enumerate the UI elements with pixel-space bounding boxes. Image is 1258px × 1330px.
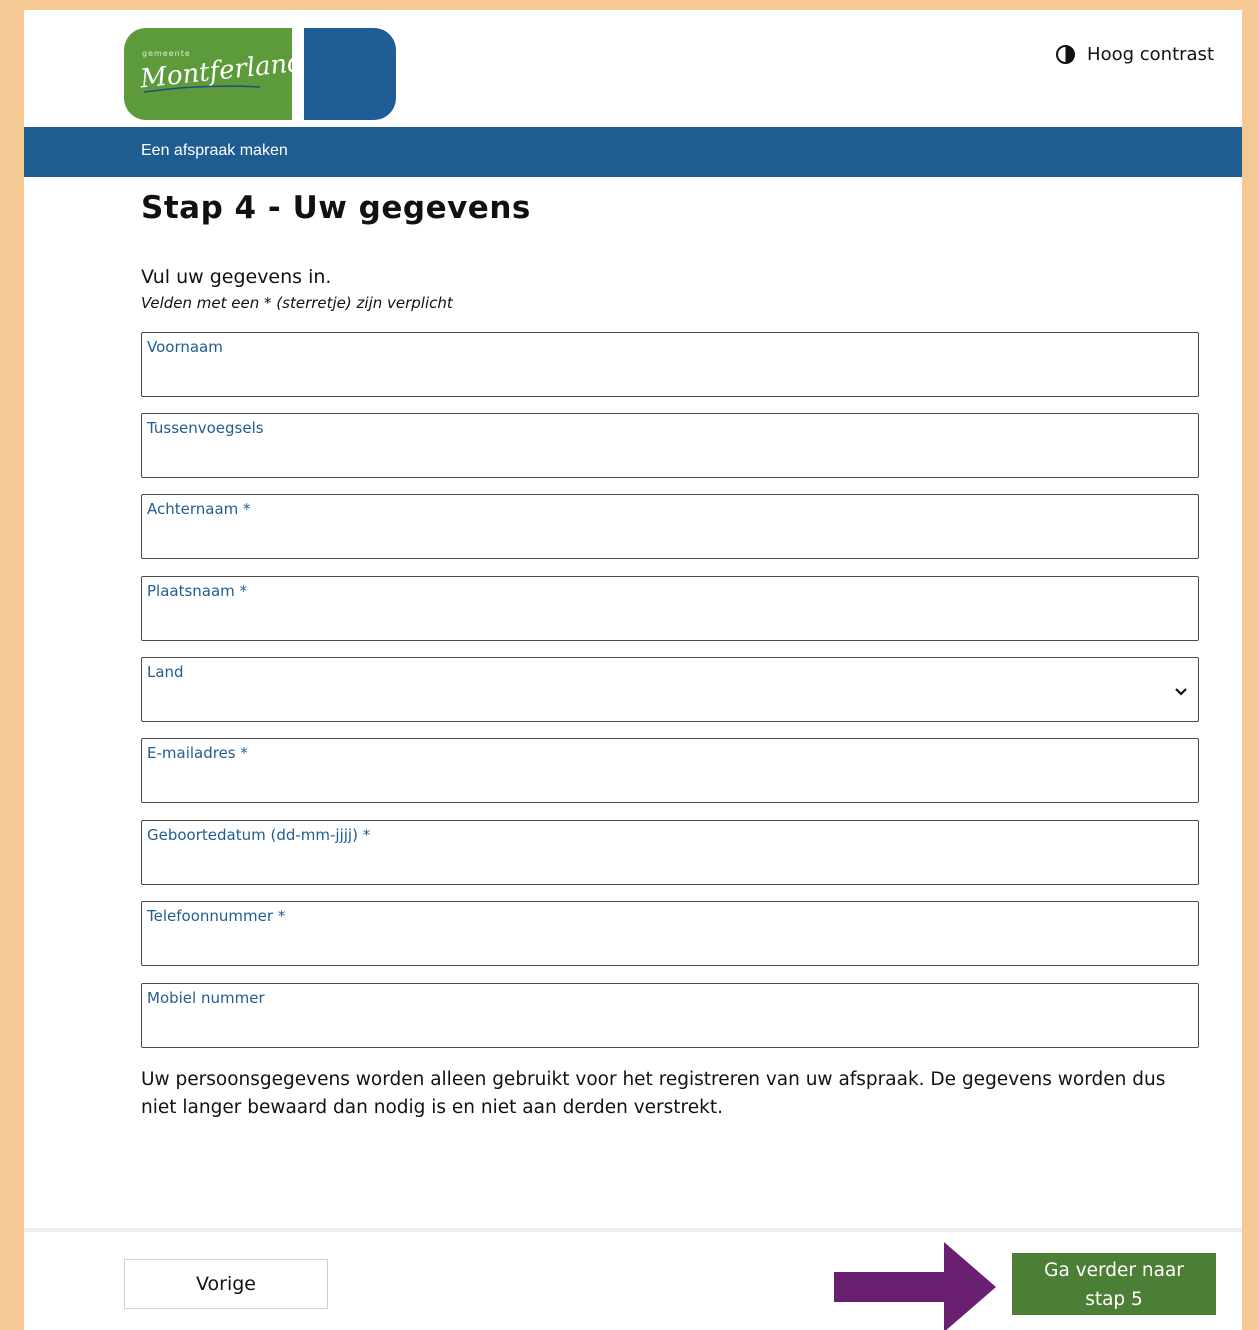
logo-small-text: gemeente — [142, 49, 191, 58]
phone-field[interactable]: Telefoonnummer * — [141, 901, 1199, 966]
infix-field[interactable]: Tussenvoegsels — [141, 413, 1199, 478]
last-name-field[interactable]: Achternaam * — [141, 494, 1199, 559]
chevron-down-icon — [1175, 688, 1187, 696]
previous-button-label: Vorige — [196, 1273, 256, 1295]
email-label: E-mailadres * — [147, 744, 248, 762]
previous-button[interactable]: Vorige — [124, 1259, 328, 1309]
required-hint: Velden met een * (sterretje) zijn verpli… — [141, 294, 453, 312]
page-frame: gemeente Montferland Hoog contrast Een a… — [24, 10, 1242, 1330]
navbar-title[interactable]: Een afspraak maken — [141, 142, 288, 160]
logo-blue-block — [304, 28, 396, 120]
navbar: Een afspraak maken — [24, 127, 1242, 177]
email-field[interactable]: E-mailadres * — [141, 738, 1199, 803]
city-field[interactable]: Plaatsnaam * — [141, 576, 1199, 641]
privacy-notice: Uw persoonsgegevens worden alleen gebrui… — [141, 1069, 1166, 1118]
page-title: Stap 4 - Uw gegevens — [141, 190, 531, 226]
contrast-label: Hoog contrast — [1087, 44, 1214, 65]
phone-label: Telefoonnummer * — [147, 907, 286, 925]
country-label: Land — [147, 663, 184, 681]
birthdate-field[interactable]: Geboortedatum (dd-mm-jjjj) * — [141, 820, 1199, 885]
contrast-toggle[interactable]: Hoog contrast — [1056, 44, 1214, 65]
next-button-line1: Ga verder naar — [1044, 1260, 1184, 1281]
footer-divider — [24, 1228, 1242, 1232]
infix-label: Tussenvoegsels — [147, 419, 264, 437]
mobile-label: Mobiel nummer — [147, 989, 265, 1007]
arrow-right-icon — [834, 1242, 996, 1330]
next-button-line2: stap 5 — [1085, 1289, 1143, 1310]
city-label: Plaatsnaam * — [147, 582, 248, 600]
birthdate-label: Geboortedatum (dd-mm-jjjj) * — [147, 826, 371, 844]
contrast-icon — [1056, 45, 1076, 64]
next-step-button[interactable]: Ga verder naar stap 5 — [1012, 1253, 1216, 1315]
last-name-label: Achternaam * — [147, 500, 251, 518]
logo-swoosh — [143, 85, 261, 93]
intro-text: Vul uw gegevens in. — [141, 266, 332, 288]
mobile-field[interactable]: Mobiel nummer — [141, 983, 1199, 1048]
country-select[interactable]: Land — [141, 657, 1199, 722]
logo-montferland[interactable]: gemeente Montferland — [124, 28, 305, 120]
first-name-field[interactable]: Voornaam — [141, 332, 1199, 397]
first-name-label: Voornaam — [147, 338, 223, 356]
